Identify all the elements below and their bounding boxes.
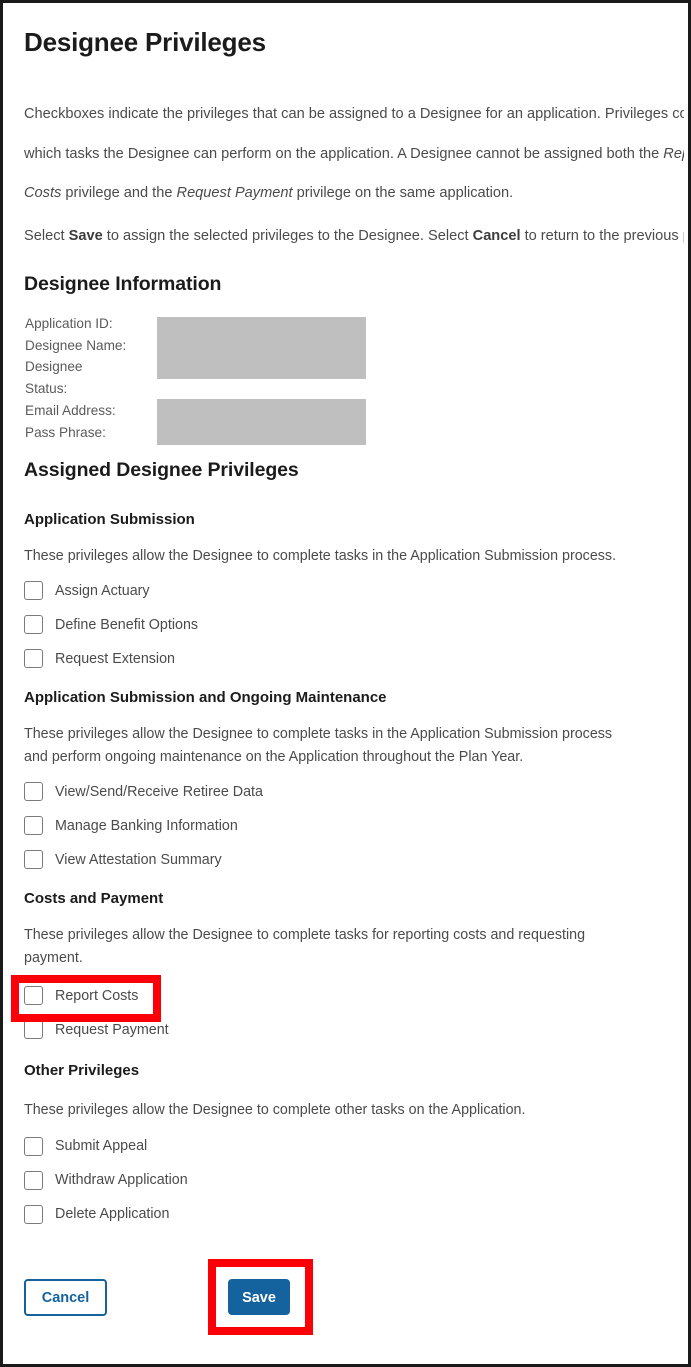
designee-information-section: Designee Information Application ID: Des…: [24, 271, 668, 445]
checkbox-label-define-benefit-options: Define Benefit Options: [55, 616, 199, 633]
privilege-group-ongoing-maintenance: Application Submission and Ongoing Maint…: [24, 687, 668, 871]
checkbox-row-view-attestation-summary[interactable]: View Attestation Summary: [24, 849, 668, 871]
group-description-other-privileges: These privileges allow the Designee to c…: [24, 1101, 526, 1118]
checkbox-row-define-benefit-options[interactable]: Define Benefit Options: [24, 614, 668, 636]
checkbox-label-submit-appeal: Submit Appeal: [55, 1138, 148, 1154]
checkbox-label-withdraw-application: Withdraw Application: [55, 1172, 188, 1188]
group-description-ongoing-maintenance: These privileges allow the Designee to c…: [24, 725, 613, 766]
intro-paragraph-line-3: Costs privilege and the Request Payment …: [24, 182, 684, 205]
save-button[interactable]: Save: [228, 1279, 290, 1315]
group-title-ongoing-maintenance: Application Submission and Ongoing Maint…: [24, 688, 387, 706]
checkbox-label-request-extension: Request Extension: [55, 650, 176, 667]
checkbox-delete-application[interactable]: [24, 1204, 43, 1224]
redacted-values-block-top: [157, 317, 366, 379]
intro-emphasis-report-costs-part2: Costs: [24, 185, 62, 201]
checkbox-label-view-attestation-summary: View Attestation Summary: [55, 851, 222, 868]
intro-paragraph-2: Select Save to assign the selected privi…: [24, 225, 684, 248]
checkbox-label-manage-banking-information: Manage Banking Information: [55, 817, 238, 834]
checkbox-label-report-costs: Report Costs: [55, 987, 139, 1004]
designee-information-labels: Application ID: Designee Name: Designee …: [25, 313, 145, 443]
checkbox-label-assign-actuary: Assign Actuary: [55, 582, 150, 599]
assigned-privileges-heading: Assigned Designee Privileges: [24, 459, 299, 481]
designee-information-grid: Application ID: Designee Name: Designee …: [24, 313, 668, 445]
footer-action-bar: Cancel Save: [24, 1279, 290, 1316]
intro-text-block: Checkboxes indicate the privileges that …: [24, 103, 684, 247]
checkbox-manage-banking-information[interactable]: [24, 816, 43, 835]
field-label-pass-phrase: Pass Phrase:: [25, 424, 106, 440]
group-title-costs-and-payment: Costs and Payment: [24, 889, 164, 907]
checkbox-row-report-costs[interactable]: Report Costs: [24, 985, 668, 1007]
group-title-application-submission: Application Submission: [24, 511, 195, 528]
privilege-group-costs-and-payment: Costs and Payment These privileges allow…: [24, 888, 668, 1041]
field-label-designee: Designee: [25, 359, 83, 375]
checkbox-row-view-send-receive-retiree-data[interactable]: View/Send/Receive Retiree Data: [24, 781, 668, 803]
intro-text-6: to assign the selected privileges to the…: [102, 227, 473, 244]
assigned-privileges-section: Assigned Designee Privileges Application…: [24, 457, 668, 1225]
intro-text-2: which tasks the Designee can perform on …: [24, 145, 664, 162]
checkbox-label-view-send-receive-retiree-data: View/Send/Receive Retiree Data: [55, 783, 263, 800]
intro-paragraph-line-1: Checkboxes indicate the privileges that …: [24, 103, 684, 126]
intro-emphasis-report-costs-part1: Report: [663, 145, 684, 162]
checkbox-list-other-privileges: Submit Appeal Withdraw Application Delet…: [24, 1135, 668, 1225]
field-label-email-address: Email Address:: [25, 402, 116, 418]
checkbox-row-delete-application[interactable]: Delete Application: [24, 1203, 668, 1225]
intro-text-3: privilege and the: [61, 185, 177, 201]
field-label-status: Status:: [25, 381, 68, 397]
intro-text-4: privilege on the same application.: [292, 185, 514, 201]
checkbox-label-delete-application: Delete Application: [55, 1206, 170, 1222]
checkbox-submit-appeal[interactable]: [24, 1136, 43, 1156]
intro-strong-cancel: Cancel: [472, 227, 521, 244]
field-label-designee-name: Designee Name:: [25, 337, 127, 353]
checkbox-view-attestation-summary[interactable]: [24, 850, 43, 869]
designee-privileges-page: Designee Privileges Checkboxes indicate …: [0, 0, 691, 1367]
cancel-button[interactable]: Cancel: [24, 1279, 107, 1316]
designee-information-heading: Designee Information: [24, 273, 222, 295]
field-label-application-id: Application ID:: [25, 316, 113, 331]
checkbox-row-submit-appeal[interactable]: Submit Appeal: [24, 1135, 668, 1157]
privilege-group-other-privileges: Other Privileges These privileges allow …: [24, 1060, 668, 1226]
checkbox-row-request-payment[interactable]: Request Payment: [24, 1019, 668, 1041]
privilege-group-application-submission: Application Submission These privileges …: [24, 509, 668, 670]
group-title-other-privileges: Other Privileges: [24, 1061, 140, 1079]
checkbox-row-manage-banking-information[interactable]: Manage Banking Information: [24, 815, 668, 837]
intro-emphasis-request-payment: Request Payment: [176, 185, 293, 201]
checkbox-list-costs-and-payment: Report Costs Request Payment: [24, 985, 668, 1041]
group-description-costs-and-payment: These privileges allow the Designee to c…: [24, 926, 586, 967]
checkbox-assign-actuary[interactable]: [24, 581, 43, 600]
group-description-application-submission: These privileges allow the Designee to c…: [24, 548, 617, 564]
redacted-values-block-bottom: [157, 399, 366, 445]
checkbox-row-assign-actuary[interactable]: Assign Actuary: [24, 580, 668, 602]
intro-text-7: to return to the previous page.: [524, 227, 684, 244]
intro-paragraph-line-2: which tasks the Designee can perform on …: [24, 143, 684, 166]
intro-text-1: Checkboxes indicate the privileges that …: [24, 106, 684, 122]
checkbox-list-ongoing-maintenance: View/Send/Receive Retiree Data Manage Ba…: [24, 781, 668, 871]
checkbox-withdraw-application[interactable]: [24, 1170, 43, 1190]
checkbox-view-send-receive-retiree-data[interactable]: [24, 782, 43, 801]
checkbox-report-costs[interactable]: [24, 986, 43, 1005]
checkbox-define-benefit-options[interactable]: [24, 615, 43, 634]
checkbox-list-application-submission: Assign Actuary Define Benefit Options Re…: [24, 580, 668, 670]
checkbox-request-payment[interactable]: [24, 1020, 43, 1039]
checkbox-label-request-payment: Request Payment: [55, 1021, 169, 1038]
intro-text-5: Select: [24, 227, 69, 244]
page-title: Designee Privileges: [24, 27, 266, 57]
intro-strong-save: Save: [68, 227, 103, 244]
checkbox-request-extension[interactable]: [24, 649, 43, 668]
checkbox-row-withdraw-application[interactable]: Withdraw Application: [24, 1169, 668, 1191]
checkbox-row-request-extension[interactable]: Request Extension: [24, 648, 668, 670]
page-content: Designee Privileges Checkboxes indicate …: [3, 3, 688, 1364]
